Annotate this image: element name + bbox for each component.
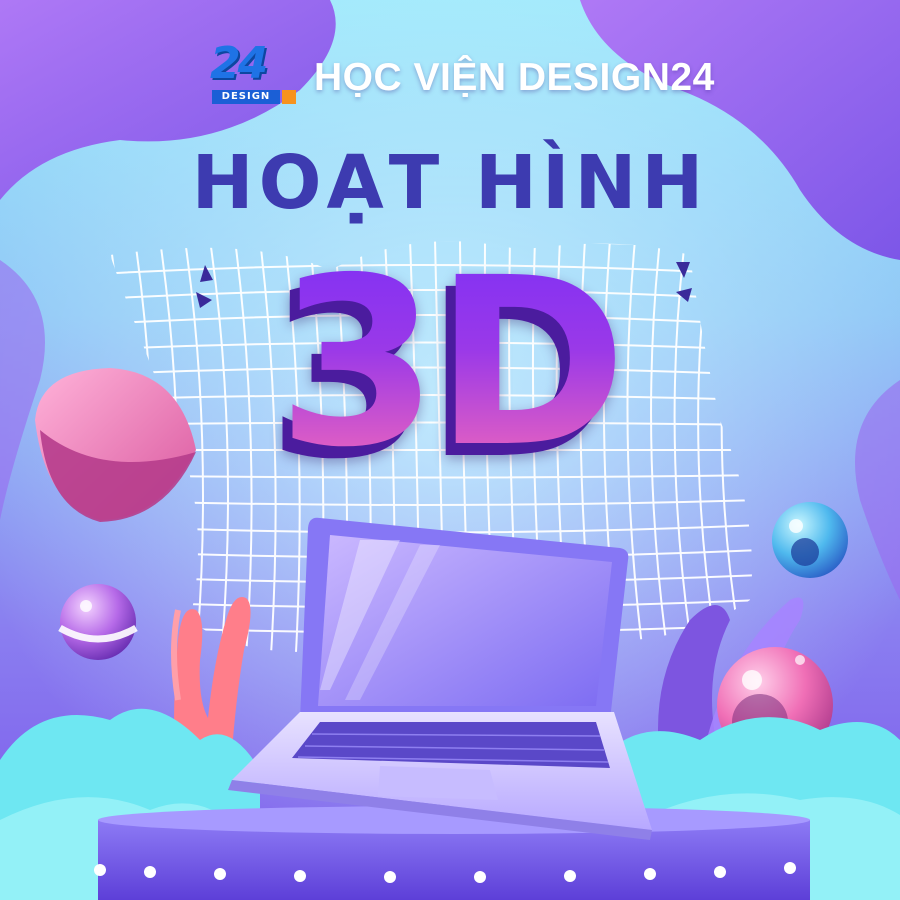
brand-name: HỌC VIỆN DESIGN24 <box>314 56 715 99</box>
design24-logo: 24 DESIGN <box>210 38 302 106</box>
logo-word: DESIGN <box>212 90 280 104</box>
title-hoat-hinh: HOẠT HÌNH <box>191 140 709 226</box>
logo-accent-square <box>282 90 296 104</box>
brand-header: 24 DESIGN HỌC VIỆN DESIGN24 <box>210 38 715 106</box>
poster: 24 DESIGN HỌC VIỆN DESIGN24 HOẠT HÌNH 3D <box>0 0 900 900</box>
title-3d: 3D <box>0 228 900 498</box>
logo-digits: 24 <box>210 38 268 89</box>
